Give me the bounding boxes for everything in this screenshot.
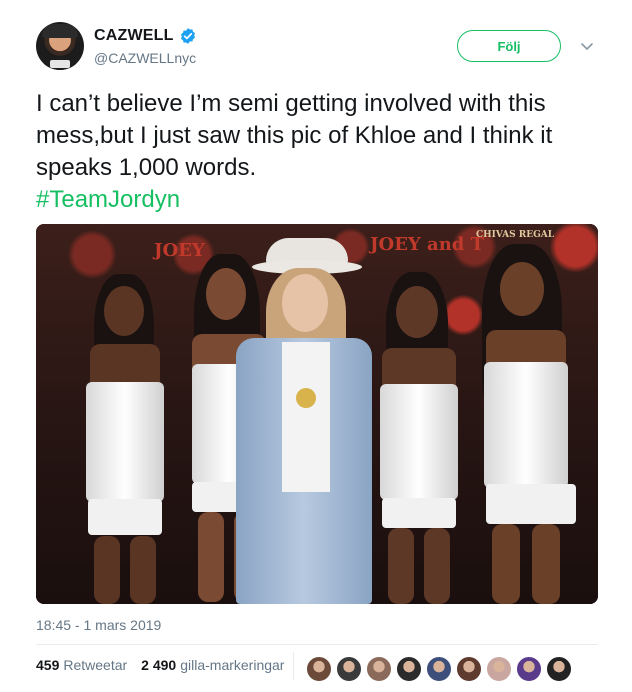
likes-label: gilla-markeringar <box>180 657 285 673</box>
tweet-timestamp[interactable]: 18:45 - 1 mars 2019 <box>36 617 161 633</box>
tweet-body: I can’t believe I’m semi getting involve… <box>36 90 553 181</box>
tweet-header: CAZWELL @CAZWELLnyc Följ <box>36 18 606 78</box>
engagement-stats: 459 Retweetar 2 490 gilla-markeringar <box>36 657 298 673</box>
follow-button[interactable]: Följ <box>457 30 561 62</box>
chevron-down-icon[interactable] <box>579 38 595 54</box>
liker-avatar[interactable] <box>486 656 512 682</box>
liker-avatar[interactable] <box>546 656 572 682</box>
author-handle[interactable]: @CAZWELLnyc <box>94 50 196 66</box>
liker-avatar[interactable] <box>336 656 362 682</box>
liker-avatar[interactable] <box>456 656 482 682</box>
photo-person-3 <box>222 238 372 604</box>
avatar-logo <box>50 60 70 68</box>
author-avatar[interactable] <box>36 22 84 70</box>
author-name-row[interactable]: CAZWELL <box>94 27 197 45</box>
author-display-name[interactable]: CAZWELL <box>94 27 174 45</box>
liker-avatar[interactable] <box>516 656 542 682</box>
hashtag-link[interactable]: #TeamJordyn <box>36 184 180 216</box>
photo-person-1 <box>72 274 182 604</box>
tweet-photo[interactable]: JOEY JOEY and T CHIVAS REGAL <box>36 224 598 604</box>
backdrop-badge: CHIVAS REGAL <box>476 230 555 240</box>
liker-avatar[interactable] <box>366 656 392 682</box>
retweets-label: Retweetar <box>63 657 128 673</box>
tweet-text: I can’t believe I’m semi getting involve… <box>36 88 606 216</box>
verified-badge-icon <box>180 28 195 44</box>
retweets-count: 459 <box>36 657 60 673</box>
stats-divider-top <box>36 644 598 645</box>
avatar-cap <box>42 24 78 38</box>
liker-avatar[interactable] <box>426 656 452 682</box>
retweets-stat[interactable]: 459 Retweetar <box>36 657 127 673</box>
photo-person-5 <box>466 244 592 604</box>
photo-person-4 <box>366 272 476 604</box>
liker-avatar[interactable] <box>306 656 332 682</box>
likes-count: 2 490 <box>141 657 177 673</box>
stats-separator <box>293 652 294 680</box>
likes-stat[interactable]: 2 490 gilla-markeringar <box>141 657 284 673</box>
liker-avatars <box>306 656 576 682</box>
liker-avatar[interactable] <box>396 656 422 682</box>
